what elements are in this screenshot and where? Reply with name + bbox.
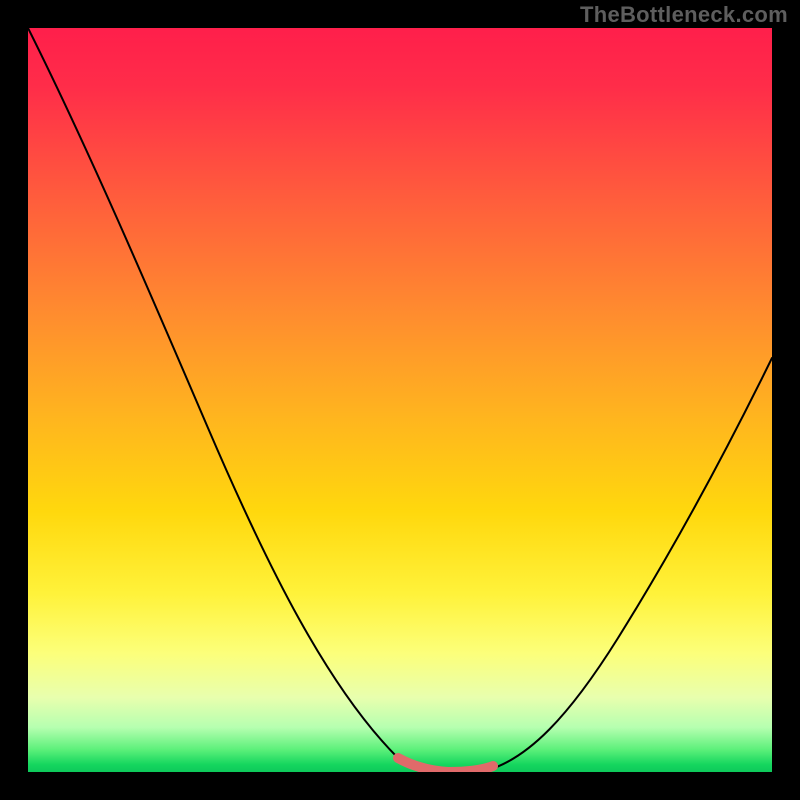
optimal-range-marker [398, 758, 493, 772]
bottleneck-curve [28, 28, 772, 771]
plot-area [28, 28, 772, 772]
watermark-text: TheBottleneck.com [580, 2, 788, 28]
chart-frame: TheBottleneck.com [0, 0, 800, 800]
bottleneck-curve-svg [28, 28, 772, 772]
